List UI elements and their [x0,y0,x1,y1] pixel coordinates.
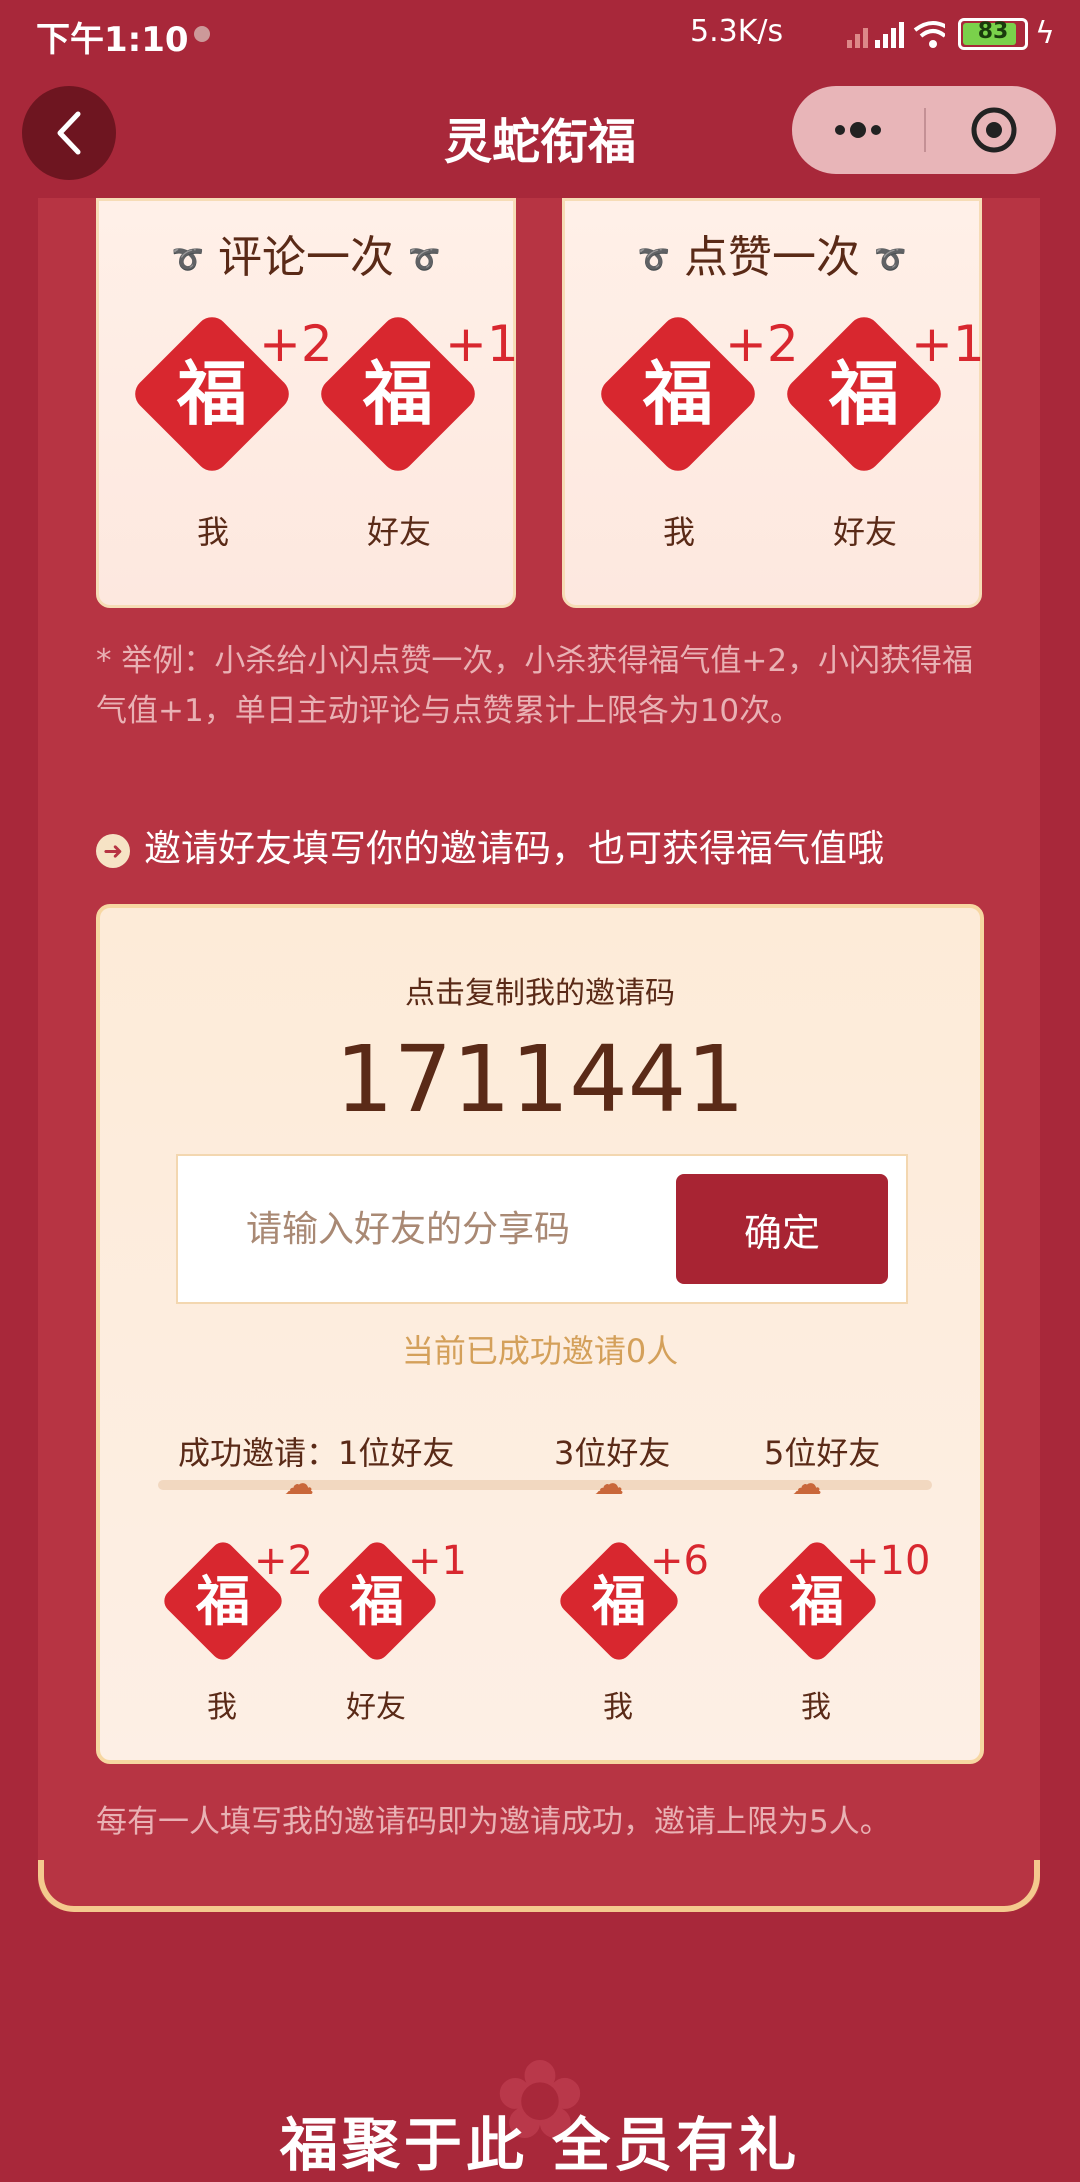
invite-code[interactable]: 1711441 [100,1026,980,1133]
reward-recipient: 好友 [366,513,431,551]
status-time: 下午1:10 [36,20,189,60]
tier-label-1: 成功邀请：1位好友 [178,1434,455,1472]
invite-code-caption[interactable]: 点击复制我的邀请码 [100,968,980,1012]
reward-value: +2 [259,315,333,373]
tier-marker-icon: ☁ [792,1467,822,1502]
arrow-right-icon: ➜ [96,833,130,868]
confirm-button[interactable]: 确定 [676,1174,888,1284]
signal-icon [847,21,945,48]
status-icons: 83 ϟ [845,14,1055,54]
rules-note: * 举例：小杀给小闪点赞一次，小杀获得福气值+2，小闪获得福气值+1，单日主动评… [96,643,974,729]
friend-code-form: 确定 [176,1154,908,1304]
charging-icon: ϟ [1035,16,1055,51]
panel-border-decoration [38,1860,1040,1912]
reward-recipient: 我 [196,513,229,551]
task-title: ➰ 点赞一次 ➰ [637,232,907,283]
reward-value: +1 [445,315,519,373]
network-speed: 5.3K/s [690,14,784,49]
close-miniapp-button[interactable] [952,100,1036,160]
target-icon [971,107,1017,153]
miniapp-capsule [792,86,1056,174]
more-dots-icon [835,122,881,138]
task-card-like: ➰ 点赞一次 ➰ 福 +2 福 +1 我 好友 [562,198,985,608]
cloud-icon: ➰ [874,245,907,275]
reward-value: +2 [725,315,799,373]
nav-bar: 灵蛇衔福 [0,68,1080,198]
reward-recipient: 好友 [346,1690,406,1725]
section-title: 福聚于此 全员有礼 [279,2111,801,2179]
reward-value: +2 [254,1538,313,1584]
notification-dot-icon [194,26,210,42]
friend-code-input[interactable] [178,1156,658,1302]
reward-value: +6 [650,1538,709,1584]
invite-limit-note: 每有一人填写我的邀请码即为邀请成功，邀请上限为5人。 [96,1804,891,1840]
status-bar: 下午1:10 5.3K/s 83 ϟ [0,0,1080,68]
more-button[interactable] [818,100,902,160]
cloud-icon: ➰ [408,245,441,275]
reward-value: +10 [846,1538,931,1584]
capsule-divider [924,108,926,152]
reward-recipient: 我 [662,513,695,551]
reward-value: +1 [408,1538,467,1584]
tier-label-5: 5位好友 [764,1434,881,1472]
battery-icon: 83 [958,18,1028,50]
tier-marker-icon: ☁ [284,1467,314,1502]
invite-status: 当前已成功邀请0人 [401,1332,679,1370]
cloud-icon: ➰ [637,245,670,275]
invite-card: 点击复制我的邀请码 1711441 确定 当前已成功邀请0人 成功邀请：1位好友… [96,904,984,1764]
invite-heading: ➜ 邀请好友填写你的邀请码，也可获得福气值哦 [96,818,884,872]
reward-recipient: 我 [603,1690,633,1725]
task-card-comment: ➰ 评论一次 ➰ 福 +2 福 +1 我 好友 [96,198,519,608]
reward-recipient: 我 [801,1690,831,1725]
reward-value: +1 [911,315,985,373]
task-title: ➰ 评论一次 ➰ [171,232,441,283]
tier-marker-icon: ☁ [594,1467,624,1502]
cloud-icon: ➰ [171,245,204,275]
reward-recipient: 我 [207,1690,237,1725]
reward-recipient: 好友 [832,513,897,551]
